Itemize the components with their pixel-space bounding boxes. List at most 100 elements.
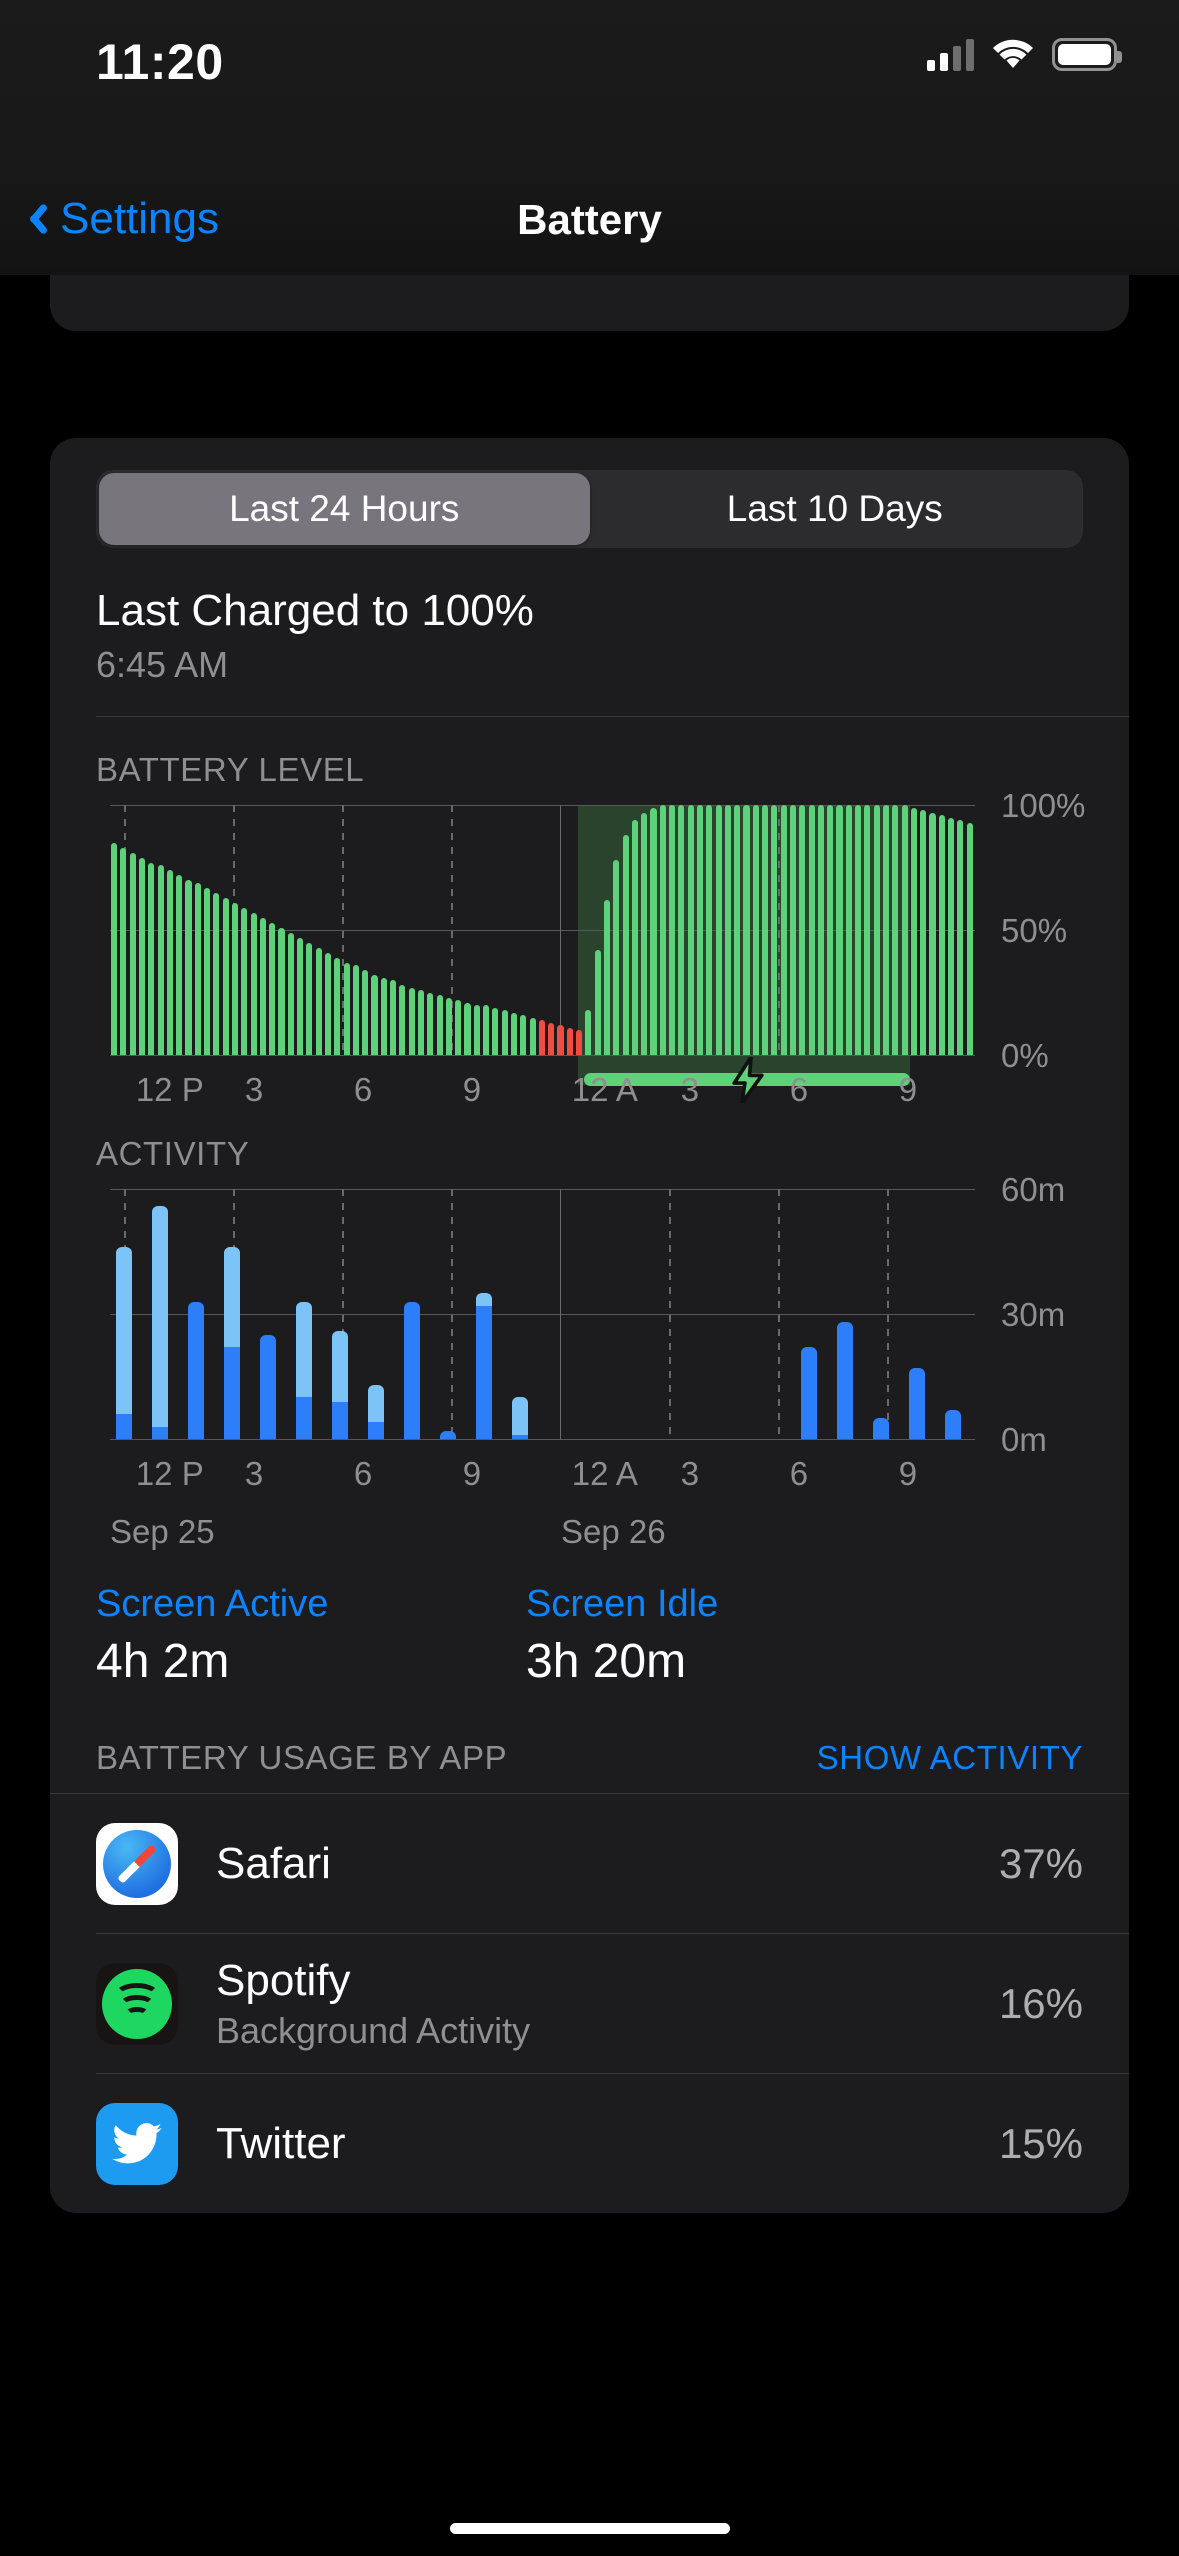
gridline — [110, 1439, 975, 1440]
app-name: Spotify — [216, 1956, 530, 2006]
battery-level-bar — [381, 978, 387, 1056]
x-tick-label: 6 — [354, 1071, 372, 1109]
battery-level-bar — [855, 805, 861, 1055]
last-charged-time: 6:45 AM — [96, 644, 1129, 686]
battery-level-bar — [743, 805, 749, 1055]
page-title: Battery — [0, 196, 1179, 244]
screen-idle-bar — [116, 1247, 132, 1414]
battery-level-bar — [753, 805, 759, 1055]
battery-level-bar — [213, 893, 219, 1056]
screen-idle-bar — [476, 1293, 492, 1306]
battery-level-bar — [595, 950, 601, 1055]
screen-active-label: Screen Active — [96, 1583, 526, 1626]
screen-active-bar — [368, 1422, 384, 1439]
screen-active-bar — [837, 1322, 853, 1439]
show-activity-button[interactable]: SHOW ACTIVITY — [817, 1739, 1083, 1777]
screen-active-bar — [224, 1347, 240, 1439]
battery-level-bar — [725, 805, 731, 1055]
battery-level-bar — [297, 938, 303, 1056]
battery-level-bar — [139, 858, 145, 1056]
status-bar-indicators — [927, 38, 1117, 71]
safari-icon — [96, 1823, 178, 1905]
battery-level-chart: 100% 50% 0% 12 P36912 A369 — [96, 799, 1129, 1109]
battery-level-bar — [195, 883, 201, 1056]
time-range-segmented-control[interactable]: Last 24 Hours Last 10 Days — [96, 470, 1083, 548]
battery-level-bar — [716, 805, 722, 1055]
battery-level-bar — [269, 923, 275, 1056]
battery-level-bar — [948, 818, 954, 1056]
battery-level-bar — [539, 1020, 545, 1055]
app-percent: 16% — [999, 1980, 1083, 2028]
battery-level-bar — [827, 805, 833, 1055]
table-row[interactable]: Safari 37% — [50, 1793, 1129, 1933]
battery-level-bar — [241, 908, 247, 1056]
grid-tick — [451, 1189, 453, 1439]
battery-level-bar — [883, 805, 889, 1055]
battery-level-bar — [678, 805, 684, 1055]
battery-level-bar — [344, 963, 350, 1056]
battery-level-bar — [260, 918, 266, 1056]
battery-level-bar — [734, 805, 740, 1055]
battery-level-bar — [399, 985, 405, 1055]
battery-level-bar — [632, 820, 638, 1055]
y-tick-label: 60m — [1001, 1171, 1065, 1209]
screen-active-value: 4h 2m — [96, 1634, 526, 1689]
battery-level-bar — [781, 805, 787, 1055]
status-bar: 11:20 — [0, 0, 1179, 170]
iphone-screen: 11:20 Settings Battery Last 2 — [0, 0, 1179, 2556]
battery-level-bar — [967, 823, 973, 1056]
screen-active-bar — [296, 1397, 312, 1439]
screen-active-bar — [909, 1368, 925, 1439]
screen-active-bar — [945, 1410, 961, 1439]
screen-active-bar — [801, 1347, 817, 1439]
battery-level-bar — [325, 953, 331, 1056]
scroll-content[interactable]: Last 24 Hours Last 10 Days Last Charged … — [0, 275, 1179, 2556]
y-tick-label: 30m — [1001, 1296, 1065, 1334]
battery-level-bar — [585, 1010, 591, 1055]
battery-level-bar — [530, 1018, 536, 1056]
battery-level-bar — [669, 805, 675, 1055]
battery-level-bar — [130, 853, 136, 1056]
screen-active-bar — [332, 1402, 348, 1440]
battery-level-bar — [929, 813, 935, 1056]
battery-level-bar — [427, 993, 433, 1056]
segment-last-24-hours[interactable]: Last 24 Hours — [99, 473, 590, 545]
cellular-signal-icon — [927, 39, 974, 71]
battery-level-bar — [762, 805, 768, 1055]
battery-level-bar — [688, 805, 694, 1055]
twitter-icon — [96, 2103, 178, 2185]
battery-level-bar — [437, 995, 443, 1055]
table-row[interactable]: Twitter 15% — [96, 2073, 1129, 2213]
table-row[interactable]: Spotify Background Activity 16% — [96, 1933, 1129, 2073]
app-name: Twitter — [216, 2119, 346, 2168]
previous-card-partial — [50, 275, 1129, 331]
battery-level-bar — [306, 943, 312, 1056]
screen-idle-label: Screen Idle — [526, 1583, 718, 1626]
battery-level-bar — [902, 805, 908, 1055]
screen-idle-bar — [152, 1206, 168, 1427]
app-info: Safari — [178, 1839, 331, 1889]
battery-level-bar — [864, 805, 870, 1055]
screen-time-summary: Screen Active 4h 2m Screen Idle 3h 20m — [96, 1583, 1129, 1689]
grid-tick — [560, 1189, 561, 1439]
battery-level-label: BATTERY LEVEL — [96, 751, 1129, 789]
screen-active-bar — [152, 1427, 168, 1440]
x-tick-label: 12 A — [572, 1071, 638, 1109]
battery-level-bar — [818, 805, 824, 1055]
navigation-bar: Settings Battery — [0, 170, 1179, 275]
activity-chart: 60m 30m 0m 12 P36912 A369 Sep 25 Sep 26 — [96, 1183, 1129, 1533]
screen-idle-bar — [296, 1302, 312, 1398]
battery-level-bar — [790, 805, 796, 1055]
battery-level-bar — [185, 880, 191, 1055]
y-tick-label: 50% — [1001, 912, 1067, 950]
battery-level-bar — [483, 1005, 489, 1055]
battery-level-bar — [288, 933, 294, 1056]
battery-level-bar — [502, 1010, 508, 1055]
battery-level-bar — [874, 805, 880, 1055]
battery-level-bar — [892, 805, 898, 1055]
battery-full-icon — [1052, 38, 1117, 71]
segment-last-10-days[interactable]: Last 10 Days — [590, 473, 1081, 545]
battery-level-bar — [641, 813, 647, 1056]
battery-level-bar — [167, 870, 173, 1055]
x-tick-label: 9 — [899, 1071, 917, 1109]
